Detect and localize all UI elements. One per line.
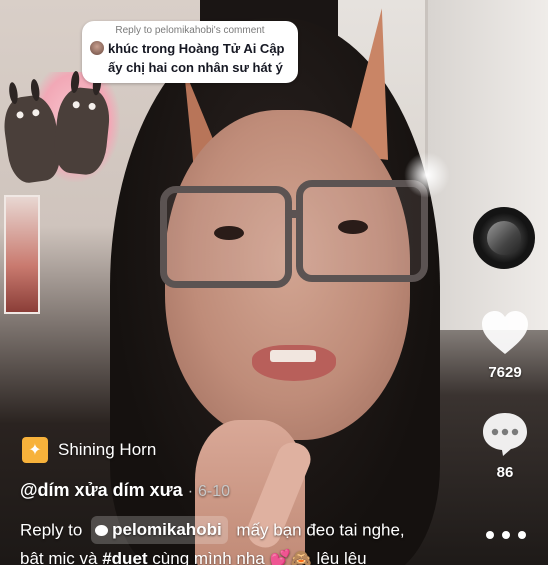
reply-comment-sticker[interactable]: Reply to pelomikahobi's comment khúc tro…: [82, 21, 298, 83]
mention-tag[interactable]: pelomikahobi: [91, 516, 228, 544]
post-caption: Reply to pelomikahobi mấy bạn đeo tai ng…: [20, 516, 450, 565]
post-date: 6-10: [198, 483, 231, 500]
date-separator: ·: [187, 483, 194, 500]
like-count: 7629: [488, 364, 522, 381]
background-poster: [4, 195, 40, 314]
caption-line2: bật mic và: [20, 548, 98, 565]
caption-reply-prefix: Reply to: [20, 520, 83, 540]
comment-bubble-icon: [95, 524, 109, 536]
post-username[interactable]: @dím xửa dím xưa: [20, 480, 183, 500]
reply-comment-text: khúc trong Hoàng Tử Ai Cập ấy chị hai co…: [108, 41, 285, 75]
heart-icon[interactable]: [480, 310, 530, 361]
hashtag-link[interactable]: #duet: [102, 549, 147, 565]
more-options-icon[interactable]: [486, 525, 526, 545]
person-teeth: [270, 350, 316, 362]
comment-count: 86: [496, 464, 514, 481]
video-player[interactable]: Reply to pelomikahobi's comment khúc tro…: [0, 0, 548, 565]
effect-chip[interactable]: ✦ Shining Horn: [22, 436, 156, 464]
creator-avatar[interactable]: [473, 207, 535, 269]
glasses-bridge: [285, 210, 303, 218]
caption-line2-rest: cùng mình nha 💕🙈 lêu lêu: [152, 548, 367, 565]
avatar-image: [487, 221, 521, 255]
mention-username: pelomikahobi: [112, 520, 222, 539]
reply-comment-header: Reply to pelomikahobi's comment: [115, 25, 265, 36]
person-eye-left: [214, 226, 244, 240]
commenter-avatar: [90, 41, 104, 55]
post-author-row: @dím xửa dím xưa · 6-10: [20, 480, 230, 501]
comment-icon[interactable]: [481, 411, 529, 462]
effect-name: Shining Horn: [58, 440, 157, 459]
caption-line1-rest: mấy bạn đeo tai nghe,: [236, 520, 405, 540]
shining-star-icon: ✦: [22, 437, 48, 463]
person-eye-right: [338, 220, 368, 234]
sparkle-effect: [404, 152, 450, 198]
